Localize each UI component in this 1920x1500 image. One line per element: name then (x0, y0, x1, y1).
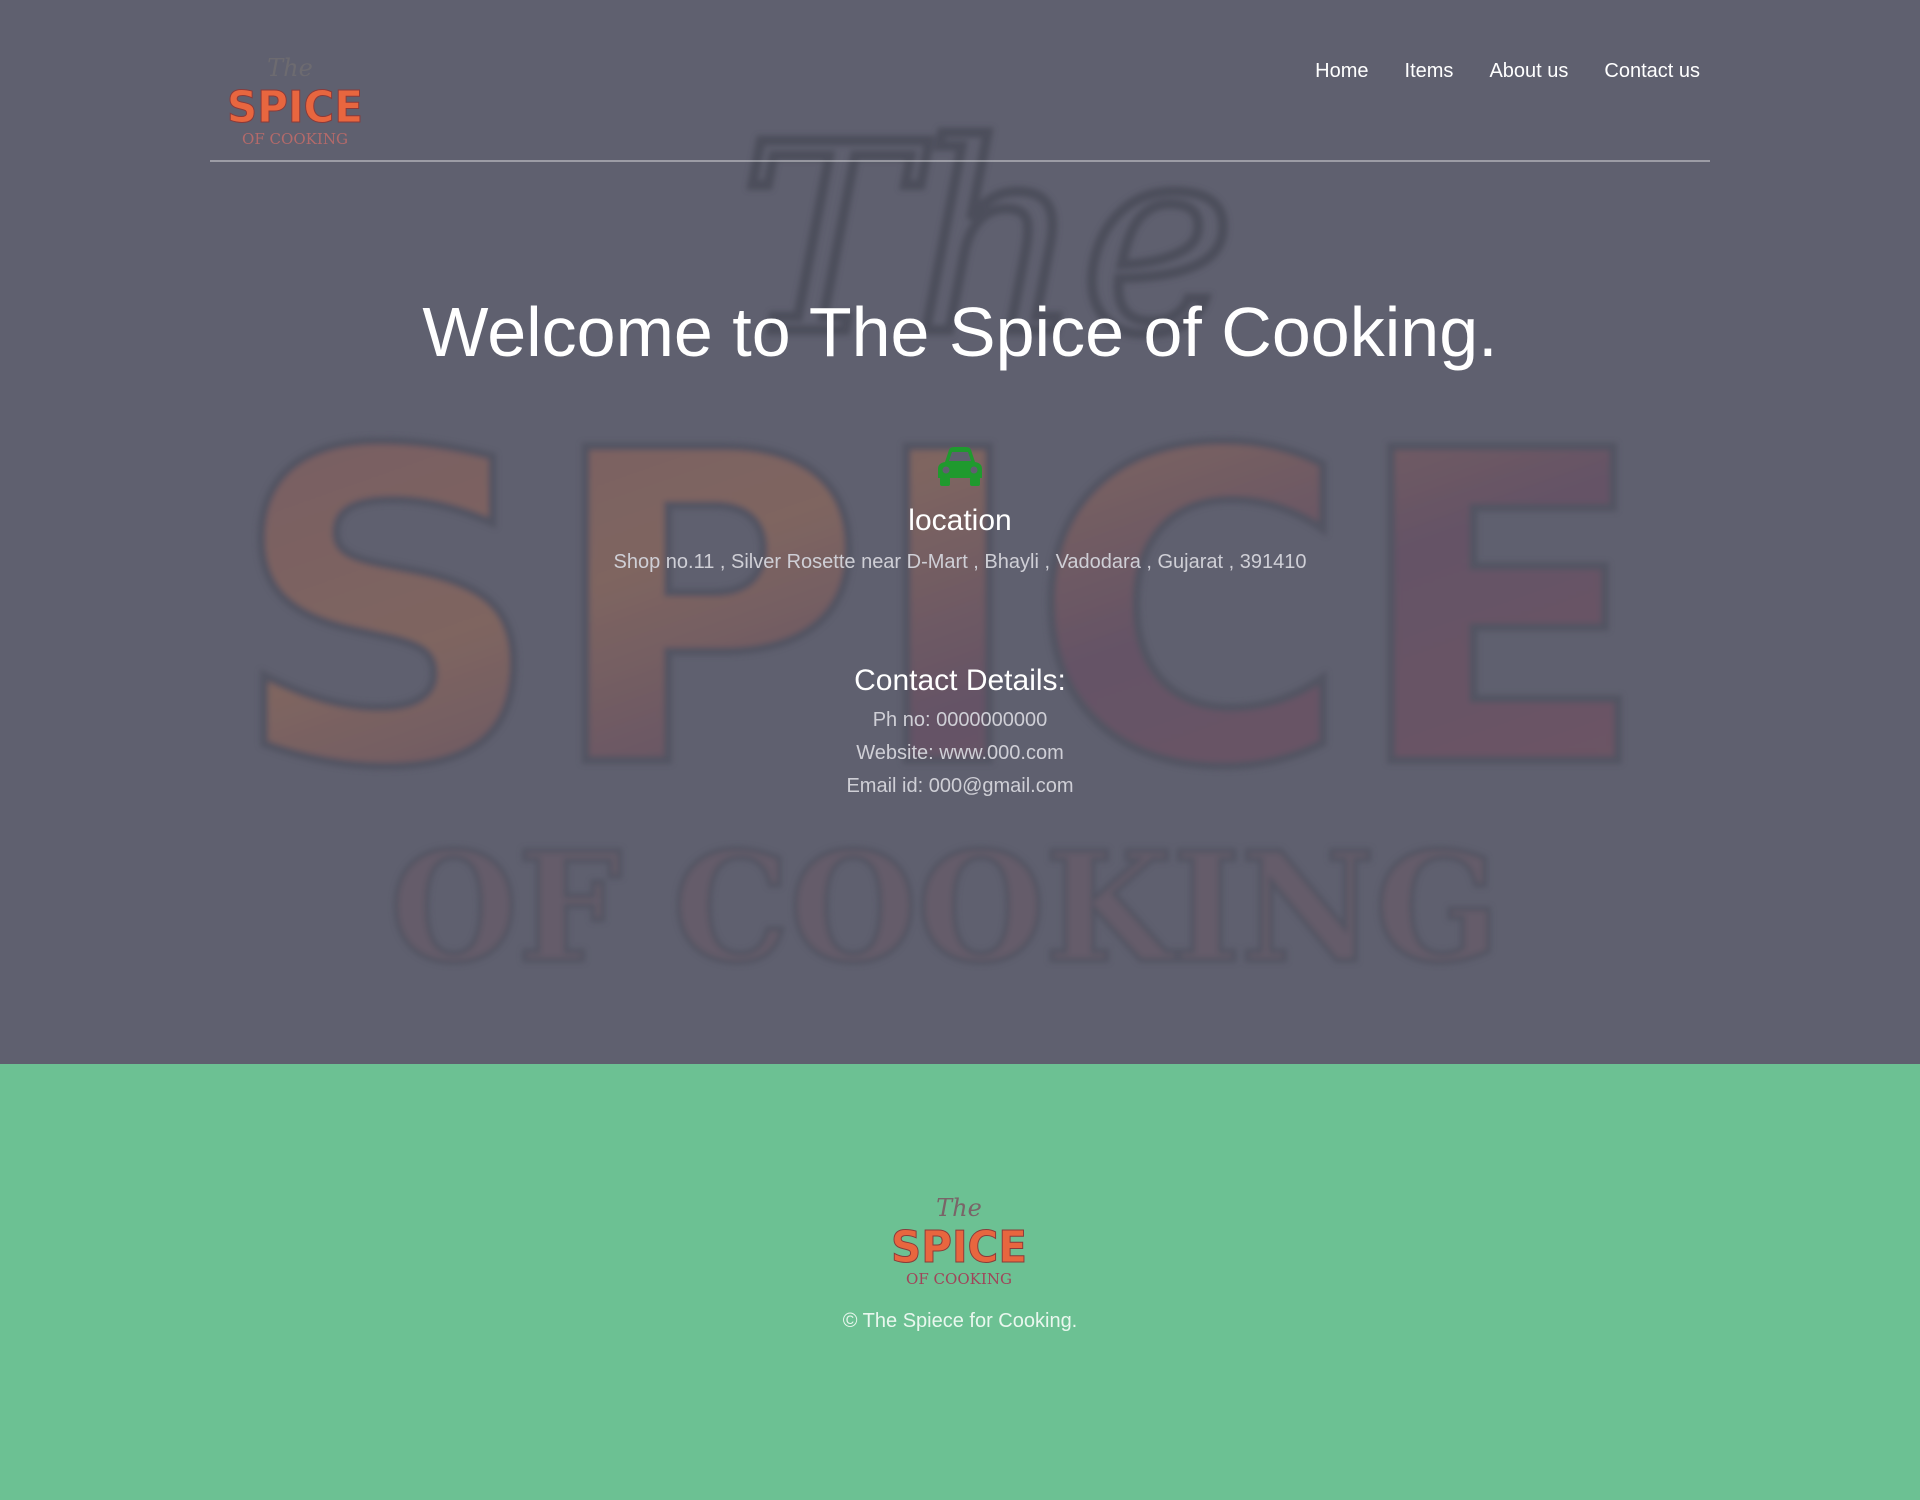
footer-logo-sub: OF COOKING (906, 1270, 1012, 1288)
copyright-text: © The Spiece for Cooking. (842, 1310, 1078, 1332)
contact-phone: Ph no: 0000000000 (872, 709, 1048, 731)
car-icon (938, 447, 982, 486)
hero-section: The SPICE OF COOKING The SPICE OF COOKIN… (0, 0, 1920, 1064)
location-title: location (908, 504, 1012, 537)
contact-heading: Contact Details: (854, 664, 1066, 697)
contact-email: Email id: 000@gmail.com (846, 775, 1074, 797)
main-nav: Home Items About us Contact us (1315, 60, 1700, 83)
nav-home[interactable]: Home (1315, 60, 1368, 83)
nav-contact-us[interactable]: Contact us (1604, 60, 1700, 83)
brand-logo[interactable]: The SPICE OF COOKING (222, 52, 368, 152)
footer-logo-main: SPICE (891, 1222, 1027, 1273)
logo-script-text: The (267, 54, 313, 82)
site-header: The SPICE OF COOKING Home Items About us… (210, 40, 1710, 162)
contact-website: Website: www.000.com (856, 742, 1064, 764)
site-footer: The SPICE OF COOKING © The Spiece for Co… (0, 1064, 1920, 1500)
logo-main-text: SPICE (227, 82, 363, 133)
location-address: Shop no.11 , Silver Rosette near D-Mart … (613, 551, 1307, 573)
bg-of-cooking: OF COOKING (390, 820, 1500, 996)
footer-logo-script: The (936, 1194, 982, 1222)
page-title: Welcome to The Spice of Cooking. (422, 293, 1498, 371)
logo-sub-text: OF COOKING (242, 130, 348, 148)
nav-about-us[interactable]: About us (1489, 60, 1568, 83)
footer-logo: The SPICE OF COOKING (891, 1194, 1028, 1288)
nav-items[interactable]: Items (1405, 60, 1454, 83)
